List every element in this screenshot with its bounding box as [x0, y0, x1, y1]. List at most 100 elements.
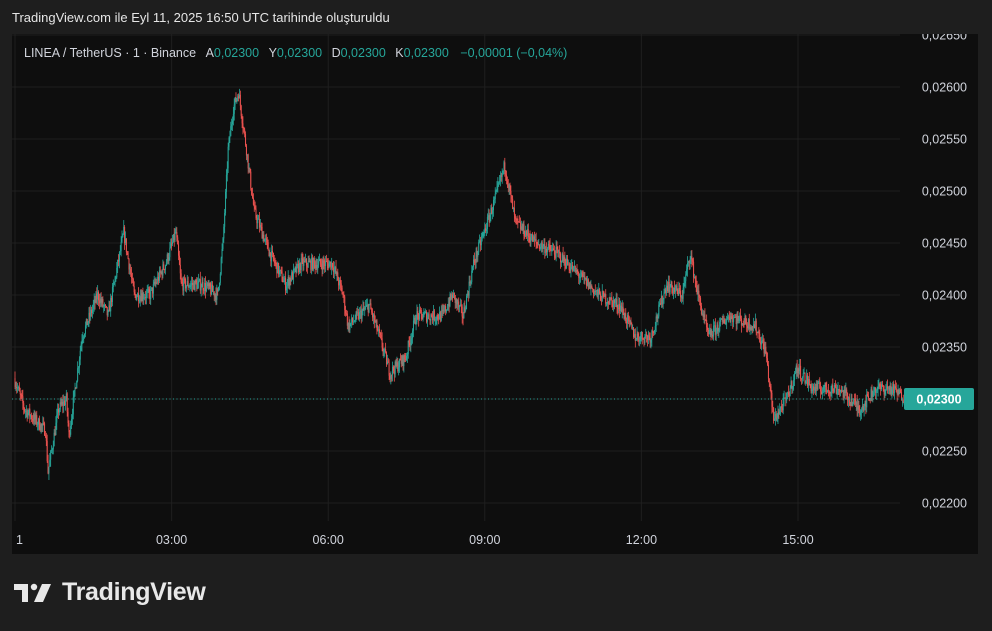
candle-body — [205, 286, 207, 292]
candle-body — [509, 184, 511, 191]
candle-body — [42, 422, 44, 426]
candle-body — [433, 310, 435, 320]
candle-body — [186, 281, 188, 286]
candle-body — [111, 298, 113, 302]
candle-body — [130, 269, 132, 275]
candle-body — [121, 236, 123, 242]
candle-body — [190, 284, 192, 287]
candle-body — [677, 290, 679, 295]
candle-body — [676, 285, 678, 291]
candle-body — [855, 401, 857, 405]
candle-body — [196, 282, 198, 290]
candle-body — [607, 301, 609, 303]
candle-body — [248, 167, 250, 169]
candle-body — [105, 305, 107, 308]
candle-body — [588, 282, 590, 289]
candle-body — [385, 349, 387, 353]
candle-body — [879, 384, 881, 387]
candle-body — [528, 235, 530, 238]
candle-body — [78, 367, 80, 369]
candle-body — [647, 335, 649, 341]
candle-body — [380, 334, 382, 339]
candle-body — [775, 414, 777, 420]
candle-body — [832, 385, 834, 390]
chart-panel[interactable]: 0,02200 0,02250 0,02300 0,02350 0,02400 0,024… — [12, 34, 978, 554]
candle-body — [267, 242, 269, 251]
candle-body — [115, 277, 117, 279]
candle-body — [540, 242, 542, 247]
candle-body — [628, 316, 630, 322]
candle-body — [627, 315, 629, 317]
candle-body — [341, 287, 343, 295]
candle-body — [575, 270, 577, 272]
candle-body — [165, 265, 167, 270]
candle-body — [61, 401, 63, 405]
candle-body — [902, 399, 904, 403]
candle-body — [579, 277, 581, 279]
candle-body — [87, 321, 89, 326]
candle-body — [685, 274, 687, 282]
candle-body — [125, 238, 127, 252]
candle-body — [392, 366, 394, 375]
candle-body — [597, 289, 599, 296]
candle-body — [491, 207, 493, 214]
candle-body — [648, 335, 650, 337]
candle-body — [62, 401, 64, 406]
candle-body — [622, 306, 624, 314]
candle-body — [207, 283, 209, 287]
candle-body — [193, 282, 195, 291]
candle-body — [17, 387, 19, 389]
candle-body — [379, 332, 381, 335]
candle-body — [807, 375, 809, 386]
candle-body — [394, 361, 396, 375]
candle-body — [78, 359, 80, 368]
candle-body — [161, 271, 163, 276]
candle-body — [246, 154, 248, 156]
candle-body — [866, 394, 868, 408]
candle-body — [493, 200, 494, 211]
candle-body — [74, 388, 76, 391]
candle-body — [174, 232, 176, 241]
candle-body — [720, 318, 722, 320]
candle-body — [399, 358, 401, 361]
candle-body — [197, 283, 199, 290]
candle-body — [617, 307, 619, 310]
candle-body — [213, 291, 215, 297]
candle-body — [298, 263, 300, 273]
candle-body — [479, 240, 481, 246]
candle-body — [339, 280, 341, 284]
candle-body — [762, 340, 764, 345]
candle-body — [748, 319, 750, 330]
candle-body — [96, 293, 98, 300]
candle-body — [112, 284, 114, 288]
candle-body — [660, 303, 662, 305]
candle-body — [883, 389, 885, 395]
candle-body — [684, 281, 686, 284]
candle-body — [258, 218, 260, 220]
tradingview-logo[interactable]: TradingView — [14, 578, 206, 607]
candle-body — [353, 321, 355, 323]
price-chart[interactable]: 0,02200 0,02250 0,02300 0,02350 0,02400 0,024… — [12, 34, 978, 554]
candle-body — [270, 252, 272, 262]
y-tick-label: 0,02250 — [922, 445, 967, 459]
candle-body — [99, 298, 101, 304]
y-tick-label: 0,02450 — [922, 237, 967, 251]
candle-body — [526, 229, 528, 236]
candle-body — [332, 267, 334, 272]
candle-body — [151, 287, 153, 294]
candle-body — [327, 263, 329, 269]
candle-body — [225, 191, 227, 213]
candle-body — [238, 94, 240, 99]
candle-body — [165, 262, 167, 266]
candle-body — [286, 282, 288, 287]
candle-body — [406, 354, 408, 356]
candle-body — [331, 262, 333, 269]
candle-body — [551, 249, 553, 252]
candle-body — [289, 278, 291, 286]
candle-body — [205, 282, 207, 292]
candle-body — [499, 175, 501, 182]
candle-body — [755, 320, 757, 333]
candle-body — [470, 281, 472, 284]
candle-body — [687, 262, 689, 270]
candle-body — [706, 320, 708, 328]
